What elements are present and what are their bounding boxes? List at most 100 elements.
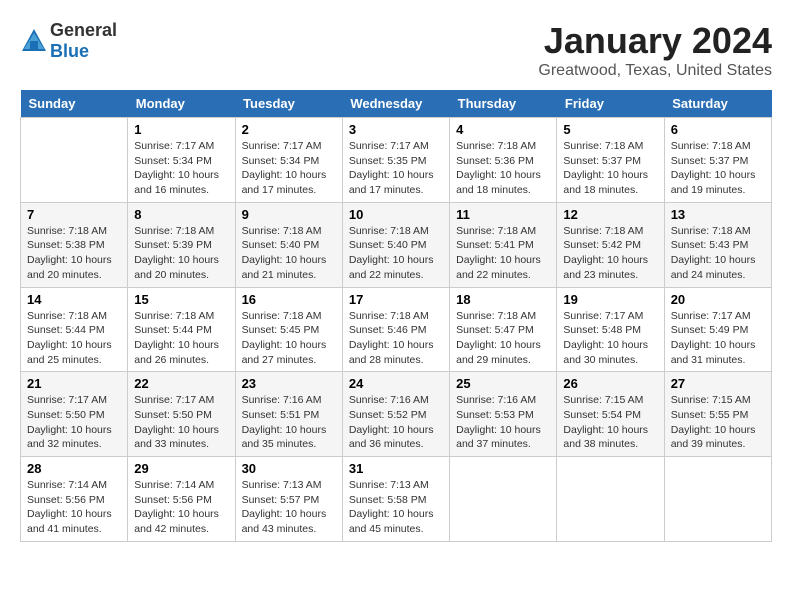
day-number: 27 — [671, 376, 765, 391]
calendar-cell: 3 Sunrise: 7:17 AMSunset: 5:35 PMDaylight… — [342, 118, 449, 203]
day-info: Sunrise: 7:17 AMSunset: 5:49 PMDaylight:… — [671, 309, 765, 368]
calendar-cell: 15 Sunrise: 7:18 AMSunset: 5:44 PMDayligh… — [128, 287, 235, 372]
weekday-header-monday: Monday — [128, 90, 235, 118]
day-number: 17 — [349, 292, 443, 307]
weekday-header-wednesday: Wednesday — [342, 90, 449, 118]
day-info: Sunrise: 7:14 AMSunset: 5:56 PMDaylight:… — [27, 478, 121, 537]
calendar-cell: 11 Sunrise: 7:18 AMSunset: 5:41 PMDayligh… — [450, 202, 557, 287]
day-info: Sunrise: 7:18 AMSunset: 5:44 PMDaylight:… — [134, 309, 228, 368]
day-info: Sunrise: 7:18 AMSunset: 5:37 PMDaylight:… — [671, 139, 765, 198]
logo-blue-text: Blue — [50, 41, 89, 61]
month-title: January 2024 — [538, 20, 772, 62]
page-header: General Blue January 2024 Greatwood, Tex… — [20, 20, 772, 80]
calendar-cell: 31Sunrise: 7:13 AMSunset: 5:58 PMDayligh… — [342, 457, 449, 542]
day-info: Sunrise: 7:13 AMSunset: 5:58 PMDaylight:… — [349, 478, 443, 537]
calendar-cell: 23 Sunrise: 7:16 AMSunset: 5:51 PMDayligh… — [235, 372, 342, 457]
calendar-cell: 6 Sunrise: 7:18 AMSunset: 5:37 PMDaylight… — [664, 118, 771, 203]
calendar-cell: 18Sunrise: 7:18 AMSunset: 5:47 PMDayligh… — [450, 287, 557, 372]
calendar-cell: 1Sunrise: 7:17 AMSunset: 5:34 PMDaylight… — [128, 118, 235, 203]
calendar-cell: 10 Sunrise: 7:18 AMSunset: 5:40 PMDayligh… — [342, 202, 449, 287]
day-info: Sunrise: 7:18 AMSunset: 5:47 PMDaylight:… — [456, 309, 550, 368]
day-info: Sunrise: 7:18 AMSunset: 5:37 PMDaylight:… — [563, 139, 657, 198]
day-number: 22 — [134, 376, 228, 391]
calendar-week-3: 14 Sunrise: 7:18 AMSunset: 5:44 PMDayligh… — [21, 287, 772, 372]
day-info: Sunrise: 7:18 AMSunset: 5:42 PMDaylight:… — [563, 224, 657, 283]
day-info: Sunrise: 7:17 AMSunset: 5:35 PMDaylight:… — [349, 139, 443, 198]
day-info: Sunrise: 7:18 AMSunset: 5:45 PMDaylight:… — [242, 309, 336, 368]
calendar-cell: 29Sunrise: 7:14 AMSunset: 5:56 PMDayligh… — [128, 457, 235, 542]
day-number: 11 — [456, 207, 550, 222]
calendar-cell: 16 Sunrise: 7:18 AMSunset: 5:45 PMDayligh… — [235, 287, 342, 372]
day-number: 19 — [563, 292, 657, 307]
day-info: Sunrise: 7:18 AMSunset: 5:38 PMDaylight:… — [27, 224, 121, 283]
calendar-cell — [450, 457, 557, 542]
day-info: Sunrise: 7:18 AMSunset: 5:44 PMDaylight:… — [27, 309, 121, 368]
day-number: 15 — [134, 292, 228, 307]
day-number: 14 — [27, 292, 121, 307]
day-info: Sunrise: 7:16 AMSunset: 5:51 PMDaylight:… — [242, 393, 336, 452]
day-info: Sunrise: 7:17 AMSunset: 5:50 PMDaylight:… — [134, 393, 228, 452]
day-info: Sunrise: 7:15 AMSunset: 5:55 PMDaylight:… — [671, 393, 765, 452]
day-number: 9 — [242, 207, 336, 222]
calendar-cell: 12 Sunrise: 7:18 AMSunset: 5:42 PMDayligh… — [557, 202, 664, 287]
calendar-cell: 14 Sunrise: 7:18 AMSunset: 5:44 PMDayligh… — [21, 287, 128, 372]
day-number: 8 — [134, 207, 228, 222]
day-info: Sunrise: 7:18 AMSunset: 5:40 PMDaylight:… — [242, 224, 336, 283]
day-info: Sunrise: 7:17 AMSunset: 5:34 PMDaylight:… — [242, 139, 336, 198]
calendar-cell: 9 Sunrise: 7:18 AMSunset: 5:40 PMDaylight… — [235, 202, 342, 287]
calendar-cell — [21, 118, 128, 203]
calendar-cell: 7 Sunrise: 7:18 AMSunset: 5:38 PMDaylight… — [21, 202, 128, 287]
day-number: 13 — [671, 207, 765, 222]
calendar-cell: 21 Sunrise: 7:17 AMSunset: 5:50 PMDayligh… — [21, 372, 128, 457]
day-info: Sunrise: 7:18 AMSunset: 5:41 PMDaylight:… — [456, 224, 550, 283]
weekday-header-friday: Friday — [557, 90, 664, 118]
day-number: 25 — [456, 376, 550, 391]
logo-icon — [20, 27, 48, 55]
weekday-header-sunday: Sunday — [21, 90, 128, 118]
day-number: 7 — [27, 207, 121, 222]
day-info: Sunrise: 7:18 AMSunset: 5:43 PMDaylight:… — [671, 224, 765, 283]
day-number: 24 — [349, 376, 443, 391]
day-number: 29 — [134, 461, 228, 476]
weekday-header-row: SundayMondayTuesdayWednesdayThursdayFrid… — [21, 90, 772, 118]
calendar-body: 1Sunrise: 7:17 AMSunset: 5:34 PMDaylight… — [21, 118, 772, 542]
calendar-cell: 25 Sunrise: 7:16 AMSunset: 5:53 PMDayligh… — [450, 372, 557, 457]
calendar-cell: 26Sunrise: 7:15 AMSunset: 5:54 PMDayligh… — [557, 372, 664, 457]
calendar-cell: 19Sunrise: 7:17 AMSunset: 5:48 PMDayligh… — [557, 287, 664, 372]
calendar-cell — [664, 457, 771, 542]
location-subtitle: Greatwood, Texas, United States — [538, 62, 772, 80]
logo: General Blue — [20, 20, 117, 62]
day-number: 16 — [242, 292, 336, 307]
calendar-week-2: 7 Sunrise: 7:18 AMSunset: 5:38 PMDaylight… — [21, 202, 772, 287]
weekday-header-thursday: Thursday — [450, 90, 557, 118]
day-number: 3 — [349, 122, 443, 137]
title-area: January 2024 Greatwood, Texas, United St… — [538, 20, 772, 80]
day-info: Sunrise: 7:17 AMSunset: 5:50 PMDaylight:… — [27, 393, 121, 452]
day-number: 6 — [671, 122, 765, 137]
day-info: Sunrise: 7:15 AMSunset: 5:54 PMDaylight:… — [563, 393, 657, 452]
calendar-cell: 13 Sunrise: 7:18 AMSunset: 5:43 PMDayligh… — [664, 202, 771, 287]
day-number: 2 — [242, 122, 336, 137]
day-number: 28 — [27, 461, 121, 476]
calendar-week-4: 21 Sunrise: 7:17 AMSunset: 5:50 PMDayligh… — [21, 372, 772, 457]
calendar-cell: 30Sunrise: 7:13 AMSunset: 5:57 PMDayligh… — [235, 457, 342, 542]
day-info: Sunrise: 7:16 AMSunset: 5:52 PMDaylight:… — [349, 393, 443, 452]
day-number: 21 — [27, 376, 121, 391]
day-number: 4 — [456, 122, 550, 137]
weekday-header-tuesday: Tuesday — [235, 90, 342, 118]
calendar-cell: 4 Sunrise: 7:18 AMSunset: 5:36 PMDaylight… — [450, 118, 557, 203]
calendar-cell: 20 Sunrise: 7:17 AMSunset: 5:49 PMDayligh… — [664, 287, 771, 372]
calendar-cell: 17Sunrise: 7:18 AMSunset: 5:46 PMDayligh… — [342, 287, 449, 372]
day-info: Sunrise: 7:18 AMSunset: 5:40 PMDaylight:… — [349, 224, 443, 283]
day-info: Sunrise: 7:16 AMSunset: 5:53 PMDaylight:… — [456, 393, 550, 452]
calendar-cell: 8Sunrise: 7:18 AMSunset: 5:39 PMDaylight… — [128, 202, 235, 287]
calendar-cell: 28 Sunrise: 7:14 AMSunset: 5:56 PMDayligh… — [21, 457, 128, 542]
day-number: 12 — [563, 207, 657, 222]
day-number: 10 — [349, 207, 443, 222]
weekday-header-saturday: Saturday — [664, 90, 771, 118]
day-number: 23 — [242, 376, 336, 391]
day-info: Sunrise: 7:18 AMSunset: 5:36 PMDaylight:… — [456, 139, 550, 198]
day-number: 20 — [671, 292, 765, 307]
calendar-table: SundayMondayTuesdayWednesdayThursdayFrid… — [20, 90, 772, 542]
calendar-week-5: 28 Sunrise: 7:14 AMSunset: 5:56 PMDayligh… — [21, 457, 772, 542]
